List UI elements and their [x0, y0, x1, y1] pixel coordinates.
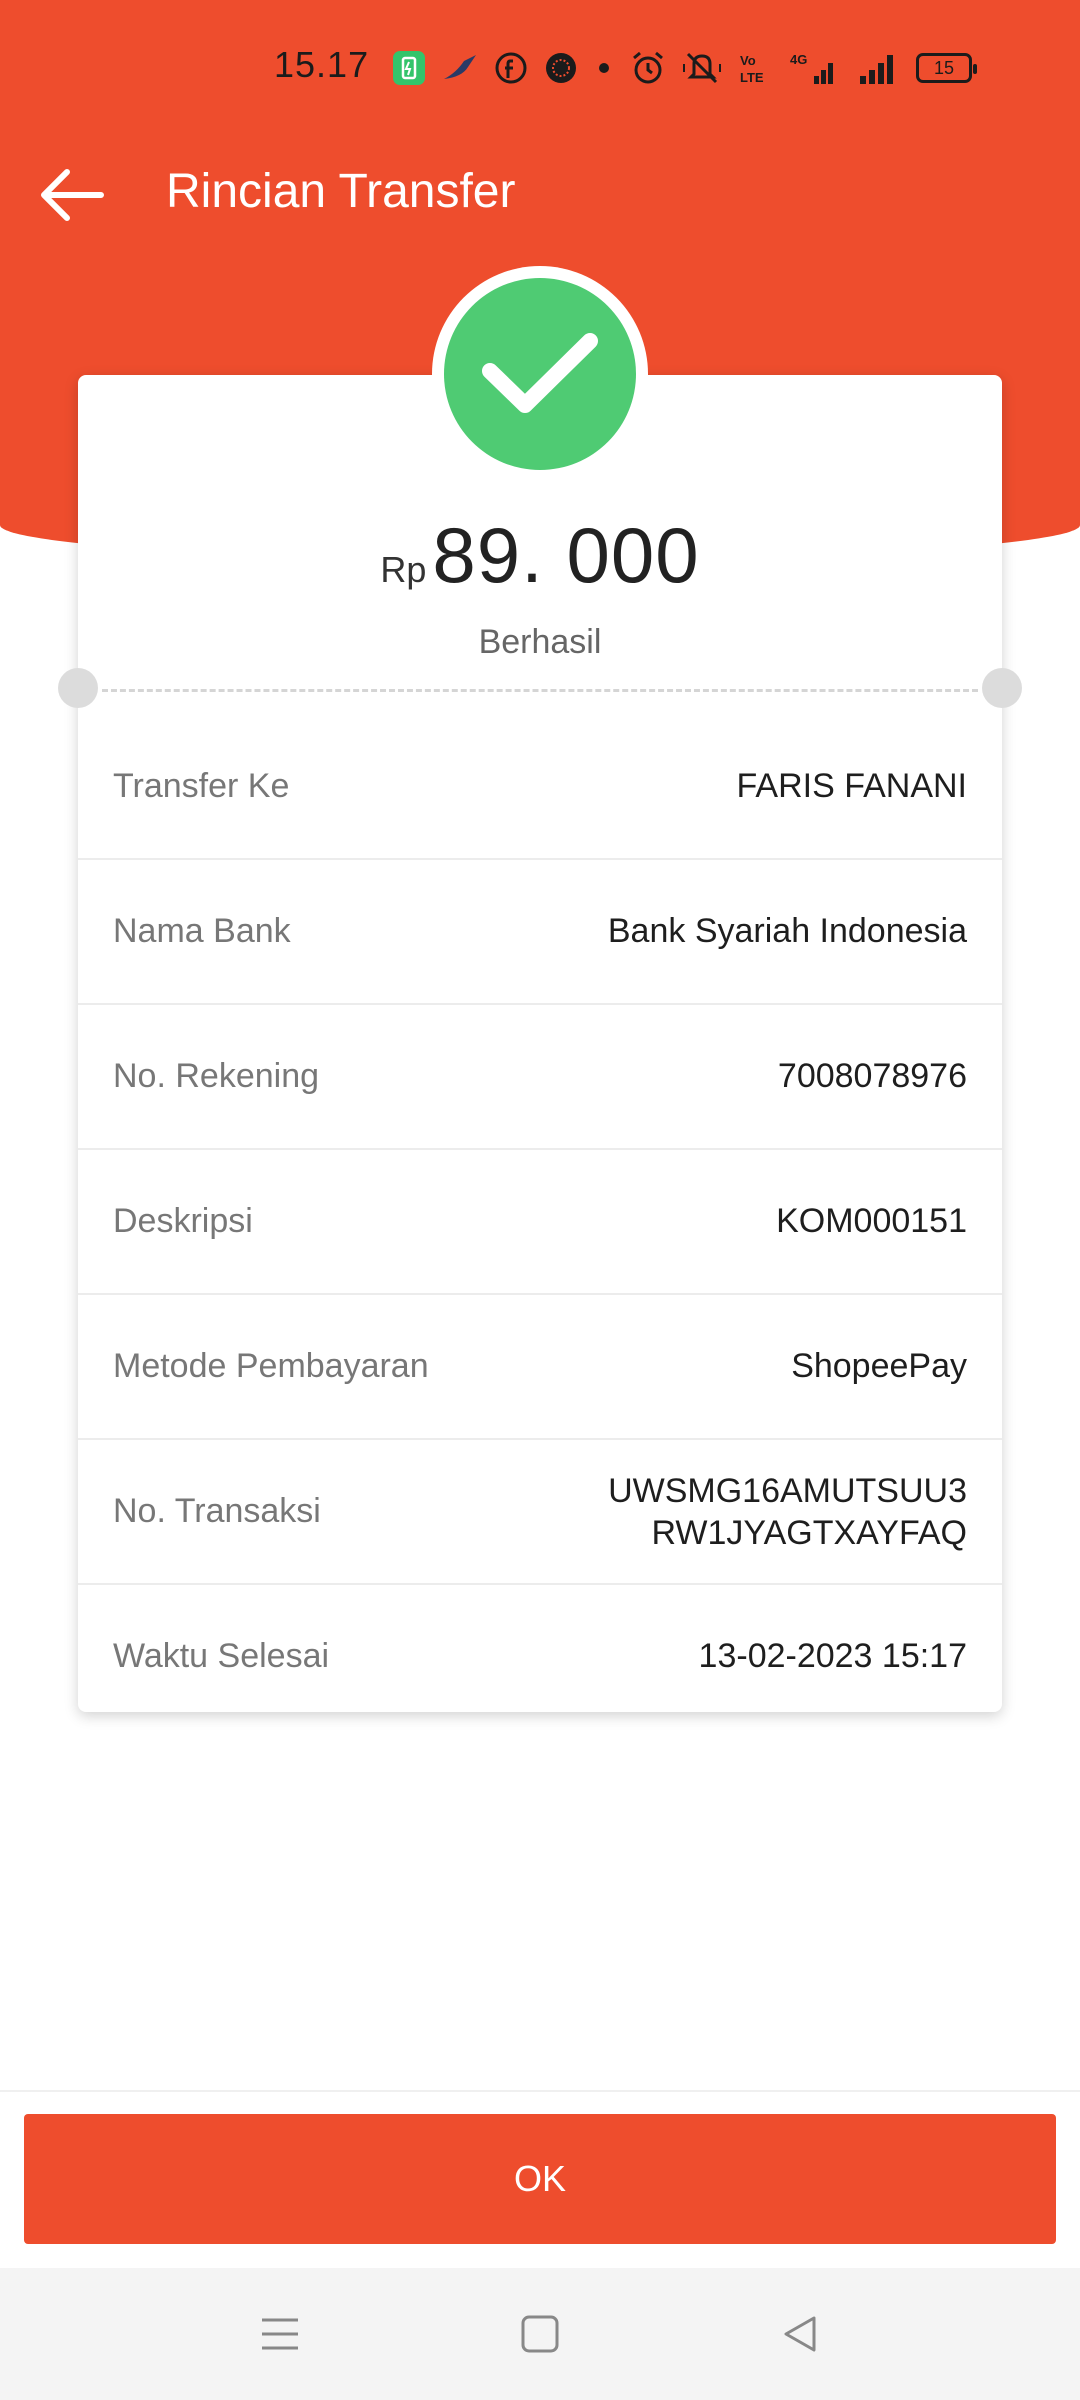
detail-list: Transfer Ke FARIS FANANI Nama Bank Bank …: [78, 715, 1002, 1728]
battery-saver-icon: [392, 48, 426, 88]
alarm-icon: [630, 48, 666, 88]
detail-label: Transfer Ke: [113, 767, 290, 805]
facebook-icon: [494, 48, 528, 88]
dashed-divider: [102, 689, 978, 692]
detail-value: ShopeePay: [791, 1347, 967, 1385]
ok-button[interactable]: OK: [24, 2114, 1056, 2244]
success-circle: [444, 278, 636, 470]
detail-value: 7008078976: [777, 1057, 967, 1095]
check-icon: [482, 333, 598, 413]
detail-label: Waktu Selesai: [113, 1637, 330, 1675]
page-title: Rincian Transfer: [166, 165, 516, 218]
bird-app-icon: [442, 48, 478, 88]
detail-value: KOM000151: [776, 1202, 967, 1240]
nav-home-button[interactable]: [510, 2304, 570, 2364]
svg-text:4G: 4G: [790, 52, 807, 67]
detail-label: No. Transaksi: [113, 1492, 321, 1530]
title-bar: Rincian Transfer: [0, 150, 1080, 240]
back-triangle-icon: [784, 2316, 816, 2352]
success-badge: [432, 266, 648, 482]
arrow-left-icon: [41, 169, 104, 221]
detail-label: Deskripsi: [113, 1202, 253, 1240]
signal-4g-icon: 4G: [790, 48, 842, 88]
svg-text:Vo: Vo: [740, 53, 756, 68]
ticket-notch-left: [58, 668, 98, 708]
battery-icon: 15: [916, 48, 977, 88]
detail-label: Metode Pembayaran: [113, 1347, 429, 1385]
status-bar: 15.17 Vo LTE 4G 15: [0, 30, 1080, 114]
detail-value: UWSMG16AMUTSUU3 RW1JYAGTXAYFAQ: [608, 1440, 967, 1583]
svg-text:LTE: LTE: [740, 70, 764, 85]
transfer-detail-card: Rp89. 000 Berhasil Transfer Ke FARIS FAN…: [58, 375, 1022, 1712]
menu-icon: [262, 2318, 298, 2350]
status-time: 15.17: [274, 44, 370, 85]
status-icons: Vo LTE 4G 15: [392, 46, 977, 90]
detail-label: No. Rekening: [113, 1057, 320, 1095]
transfer-status: Berhasil: [478, 623, 602, 661]
nav-menu-button[interactable]: [250, 2304, 310, 2364]
amount-display: Rp89. 000: [78, 510, 1002, 601]
home-square-icon: [521, 2315, 559, 2353]
signal-icon: [858, 48, 900, 88]
bottom-action-bar: OK: [0, 2090, 1080, 2270]
mute-icon: [682, 48, 722, 88]
detail-row-payment-method: Metode Pembayaran ShopeePay: [78, 1295, 1002, 1440]
detail-row-account-number: No. Rekening 7008078976: [78, 1005, 1002, 1150]
currency-label: Rp: [380, 549, 427, 590]
detail-row-description: Deskripsi KOM000151: [78, 1150, 1002, 1295]
battery-level: 15: [916, 53, 977, 83]
detail-value: 13-02-2023 15:17: [698, 1637, 967, 1675]
detail-row-bank-name: Nama Bank Bank Syariah Indonesia: [78, 860, 1002, 1005]
back-button[interactable]: [30, 160, 114, 230]
system-nav-bar: [0, 2268, 1080, 2400]
volte-icon: Vo LTE: [738, 48, 774, 88]
app-dot-icon: [544, 48, 578, 88]
detail-row-completed-time: Waktu Selesai 13-02-2023 15:17: [78, 1585, 1002, 1728]
transaction-number-line-2: RW1JYAGTXAYFAQ: [651, 1513, 967, 1552]
nav-back-button[interactable]: [770, 2304, 830, 2364]
detail-value: Bank Syariah Indonesia: [607, 912, 967, 950]
detail-row-transaction-number: No. Transaksi UWSMG16AMUTSUU3 RW1JYAGTXA…: [78, 1440, 1002, 1585]
detail-row-transfer-to: Transfer Ke FARIS FANANI: [78, 715, 1002, 860]
transaction-number-line-1: UWSMG16AMUTSUU3: [608, 1471, 967, 1510]
dot-icon: [594, 48, 614, 88]
detail-label: Nama Bank: [113, 912, 291, 950]
detail-value: FARIS FANANI: [736, 767, 968, 805]
amount-value: 89. 000: [432, 511, 700, 599]
ticket-notch-right: [982, 668, 1022, 708]
